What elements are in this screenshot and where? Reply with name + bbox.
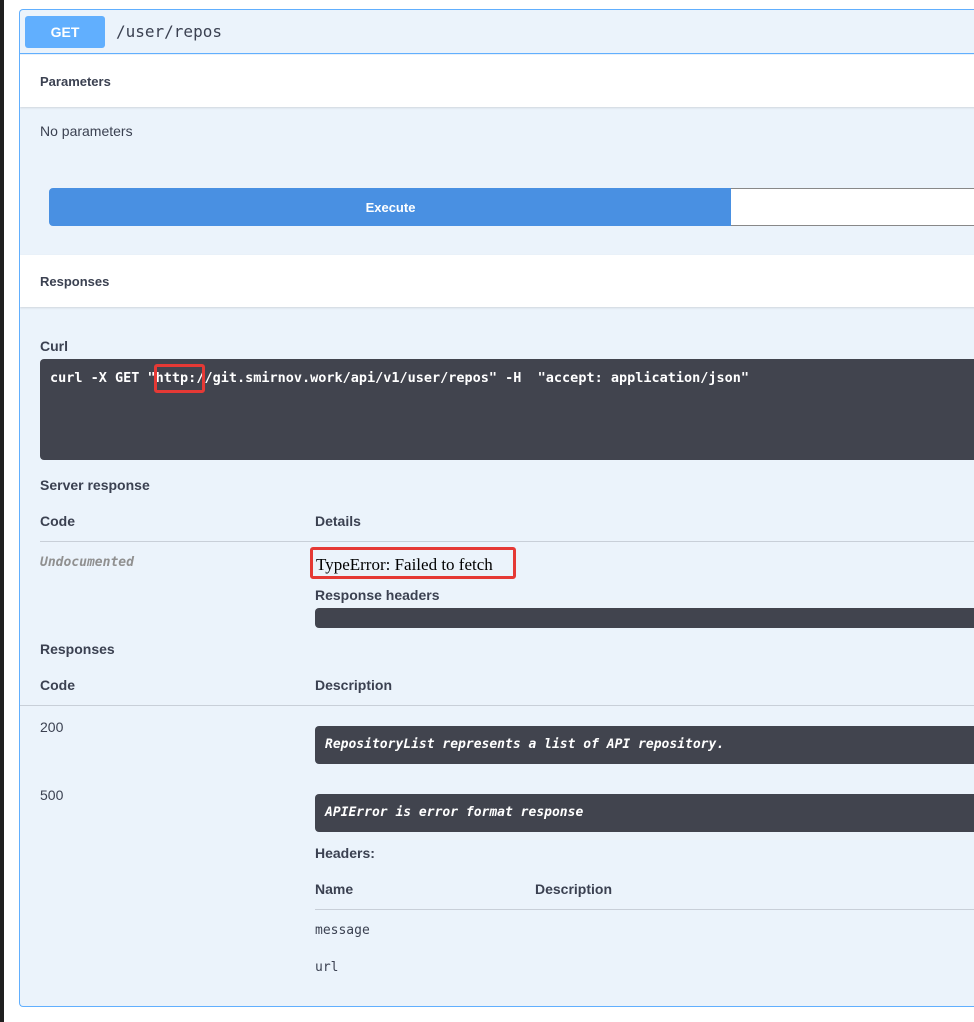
- curl-prefix: curl -X GET ": [50, 370, 156, 386]
- responses-table-divider: [20, 705, 974, 706]
- response-headers-box: [315, 608, 974, 628]
- responses-header: Responses: [20, 255, 974, 307]
- responses-title: Responses: [40, 641, 115, 657]
- endpoint-path: /user/repos: [116, 22, 222, 41]
- response-500-description-box: APIError is error format response: [315, 794, 974, 832]
- headers-label: Headers:: [315, 845, 375, 861]
- server-details-header: Details: [315, 513, 361, 529]
- headers-description-column: Description: [535, 881, 613, 897]
- response-500-description: APIError is error format response: [325, 805, 584, 820]
- no-parameters-text: No parameters: [40, 123, 133, 139]
- response-200-description-box: RepositoryList represents a list of API …: [315, 726, 974, 764]
- response-code-500: 500: [40, 787, 64, 803]
- response-headers-label: Response headers: [315, 587, 440, 603]
- response-200-description: RepositoryList represents a list of API …: [325, 737, 725, 752]
- server-code-header: Code: [40, 513, 75, 529]
- server-table-divider: [40, 541, 974, 542]
- swagger-page: GET /user/repos Parameters No parameters…: [4, 0, 974, 1022]
- scheme-highlight-box: [154, 364, 205, 393]
- responses-description-header: Description: [315, 677, 393, 693]
- headers-name-column: Name: [315, 881, 354, 897]
- operation-summary[interactable]: GET /user/repos: [20, 10, 974, 54]
- responses-header-title: Responses: [40, 274, 110, 289]
- curl-url: //git.smirnov.work/api/v1/user/repos" -H…: [196, 370, 749, 386]
- parameters-title: Parameters: [40, 74, 111, 89]
- execute-button[interactable]: Execute: [49, 188, 732, 226]
- header-row-url: url: [315, 960, 339, 975]
- operation-block: GET /user/repos Parameters No parameters…: [19, 9, 974, 1007]
- headers-table-divider: [315, 909, 974, 910]
- method-badge: GET: [25, 16, 105, 48]
- error-highlight-box: [310, 547, 516, 579]
- header-row-message: message: [315, 923, 370, 938]
- server-response-title: Server response: [40, 477, 150, 493]
- responses-code-header: Code: [40, 677, 75, 693]
- undocumented-code: Undocumented: [40, 555, 134, 570]
- clear-button[interactable]: [731, 188, 974, 226]
- parameters-header: Parameters: [20, 55, 974, 107]
- response-code-200: 200: [40, 719, 64, 735]
- curl-label: Curl: [40, 338, 68, 354]
